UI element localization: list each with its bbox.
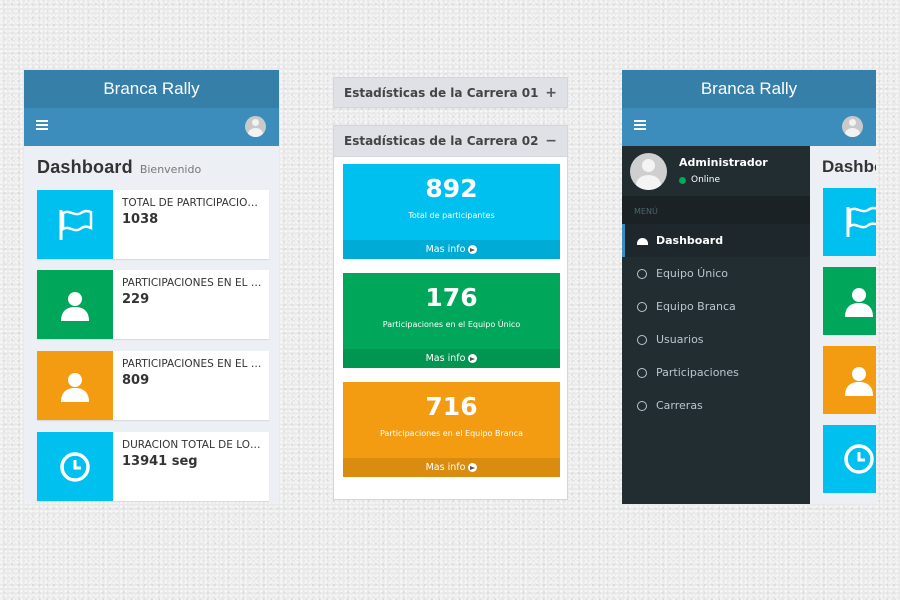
sidebar-item-label: Carreras [656,399,703,412]
clock-icon [823,425,876,493]
sidebar-item-carreras[interactable]: Carreras [622,389,810,422]
sidebar-item-label: Equipo Branca [656,300,736,313]
info-box-equipo-branca: PARTICIPACIONES EN EL EQUIPO BRANCA 809 [37,351,269,420]
carrera-01-title: Estadísticas de la Carrera 01 [344,85,539,100]
flag-icon [37,190,113,259]
whatsapp-icon [637,301,647,312]
user-avatar[interactable] [245,116,266,137]
sidebar: Administrador Online MENÚ Dashboard Equi… [622,146,810,504]
carrera-02-box: Estadísticas de la Carrera 02 − 892 Tota… [333,125,568,500]
user-status: Online [679,175,720,185]
info-box-number: 13941 seg [122,454,198,469]
sidebar-item-label: Usuarios [656,333,704,346]
page-title: Dashboard [37,157,133,177]
user-name: Administrador [679,156,768,169]
collapse-icon[interactable]: − [545,133,557,149]
info-box-duracion: DURACIÓN TOTAL DE LOS RECORRIDOS 13941 s… [37,432,269,501]
stat-number: 892 [425,174,478,203]
brand-title[interactable]: Branca Rally [24,70,279,108]
sidebar-open-screen: Branca Rally Administrador Online MENÚ D… [622,70,876,504]
carrera-02-title: Estadísticas de la Carrera 02 [344,134,539,148]
menu-toggle-icon[interactable] [634,120,646,132]
info-box-total: TOTAL DE PARTICIPACIONES 1038 [37,190,269,259]
circle-icon [637,400,647,411]
flag-icon [823,188,876,256]
sidebar-item-label: Dashboard [656,234,724,247]
info-box-label: DURACIÓN TOTAL DE LOS RECORRIDOS [122,439,264,451]
arrow-circle-right-icon [468,463,478,472]
user-icon [823,267,876,335]
more-info-link[interactable]: Mas info [343,240,560,259]
stats-screen: Estadísticas de la Carrera 01 + Estadíst… [333,77,568,500]
info-box-number: 229 [122,292,150,307]
user-icon [37,270,113,339]
online-dot-icon [679,176,686,184]
more-info-link[interactable]: Mas info [343,349,560,368]
circle-icon [637,334,647,345]
top-navbar [24,108,279,146]
brand-title[interactable]: Branca Rally [622,70,876,108]
arrow-circle-right-icon [468,245,478,254]
top-navbar [622,108,876,146]
page-header: Dashboard Bienvenido [24,146,279,190]
sidebar-item-label: Equipo Único [656,267,729,280]
sidebar-item-participaciones[interactable]: Participaciones [622,356,810,389]
user-icon [823,346,876,414]
sidebar-item-label: Participaciones [656,366,739,379]
clock-icon [37,432,113,501]
whatsapp-icon [637,268,647,279]
page-subtitle: Bienvenido [139,163,202,176]
stat-box-participantes: 892 Total de participantes Mas info [343,164,560,259]
sidebar-item-equipo-branca[interactable]: Equipo Branca [622,290,810,323]
info-box-label: PARTICIPACIONES EN EL EQUIPO BRANCA [122,358,264,370]
stat-number: 176 [425,283,478,312]
stat-box-equipo-branca: 716 Participaciones en el Equipo Branca … [343,382,560,477]
stat-label: Participaciones en el Equipo Branca [379,429,524,438]
more-info-label: Mas info [425,353,466,364]
stat-label: Total de participantes [408,211,495,220]
more-info-label: Mas info [425,244,466,255]
user-avatar-large [630,153,667,190]
more-info-label: Mas info [425,462,466,473]
user-status-label: Online [691,175,721,185]
carrera-01-header[interactable]: Estadísticas de la Carrera 01 + [333,77,568,108]
stat-number: 716 [425,392,478,421]
user-panel: Administrador Online [622,146,810,196]
info-box-equipo-unico: PARTICIPACIONES EN EL EQUIPO ÚNICO 229 [37,270,269,339]
sidebar-item-equipo-unico[interactable]: Equipo Único [622,257,810,290]
arrow-circle-right-icon [468,354,478,363]
more-info-link[interactable]: Mas info [343,458,560,477]
info-box-number: 809 [122,373,150,388]
sidebar-item-usuarios[interactable]: Usuarios [622,323,810,356]
menu-header: MENÚ [622,196,810,224]
info-box-number: 1038 [122,212,159,227]
circle-icon [637,367,647,378]
left-dashboard-screen: Branca Rally Dashboard Bienvenido TOTAL … [24,70,279,502]
stat-label: Participaciones en el Equipo Único [382,320,521,329]
sidebar-item-dashboard[interactable]: Dashboard [622,224,810,257]
dashboard-icon [637,236,648,246]
user-icon [37,351,113,420]
info-box-label: PARTICIPACIONES EN EL EQUIPO ÚNICO [122,277,264,289]
expand-icon[interactable]: + [545,85,557,101]
content-area: Dashboard [810,146,876,504]
page-title: Dashboard [822,157,876,176]
stat-box-equipo-unico: 176 Participaciones en el Equipo Único M… [343,273,560,368]
carrera-02-header[interactable]: Estadísticas de la Carrera 02 − [334,126,567,157]
user-avatar[interactable] [842,116,863,137]
info-box-label: TOTAL DE PARTICIPACIONES [122,197,264,209]
menu-toggle-icon[interactable] [36,120,48,132]
